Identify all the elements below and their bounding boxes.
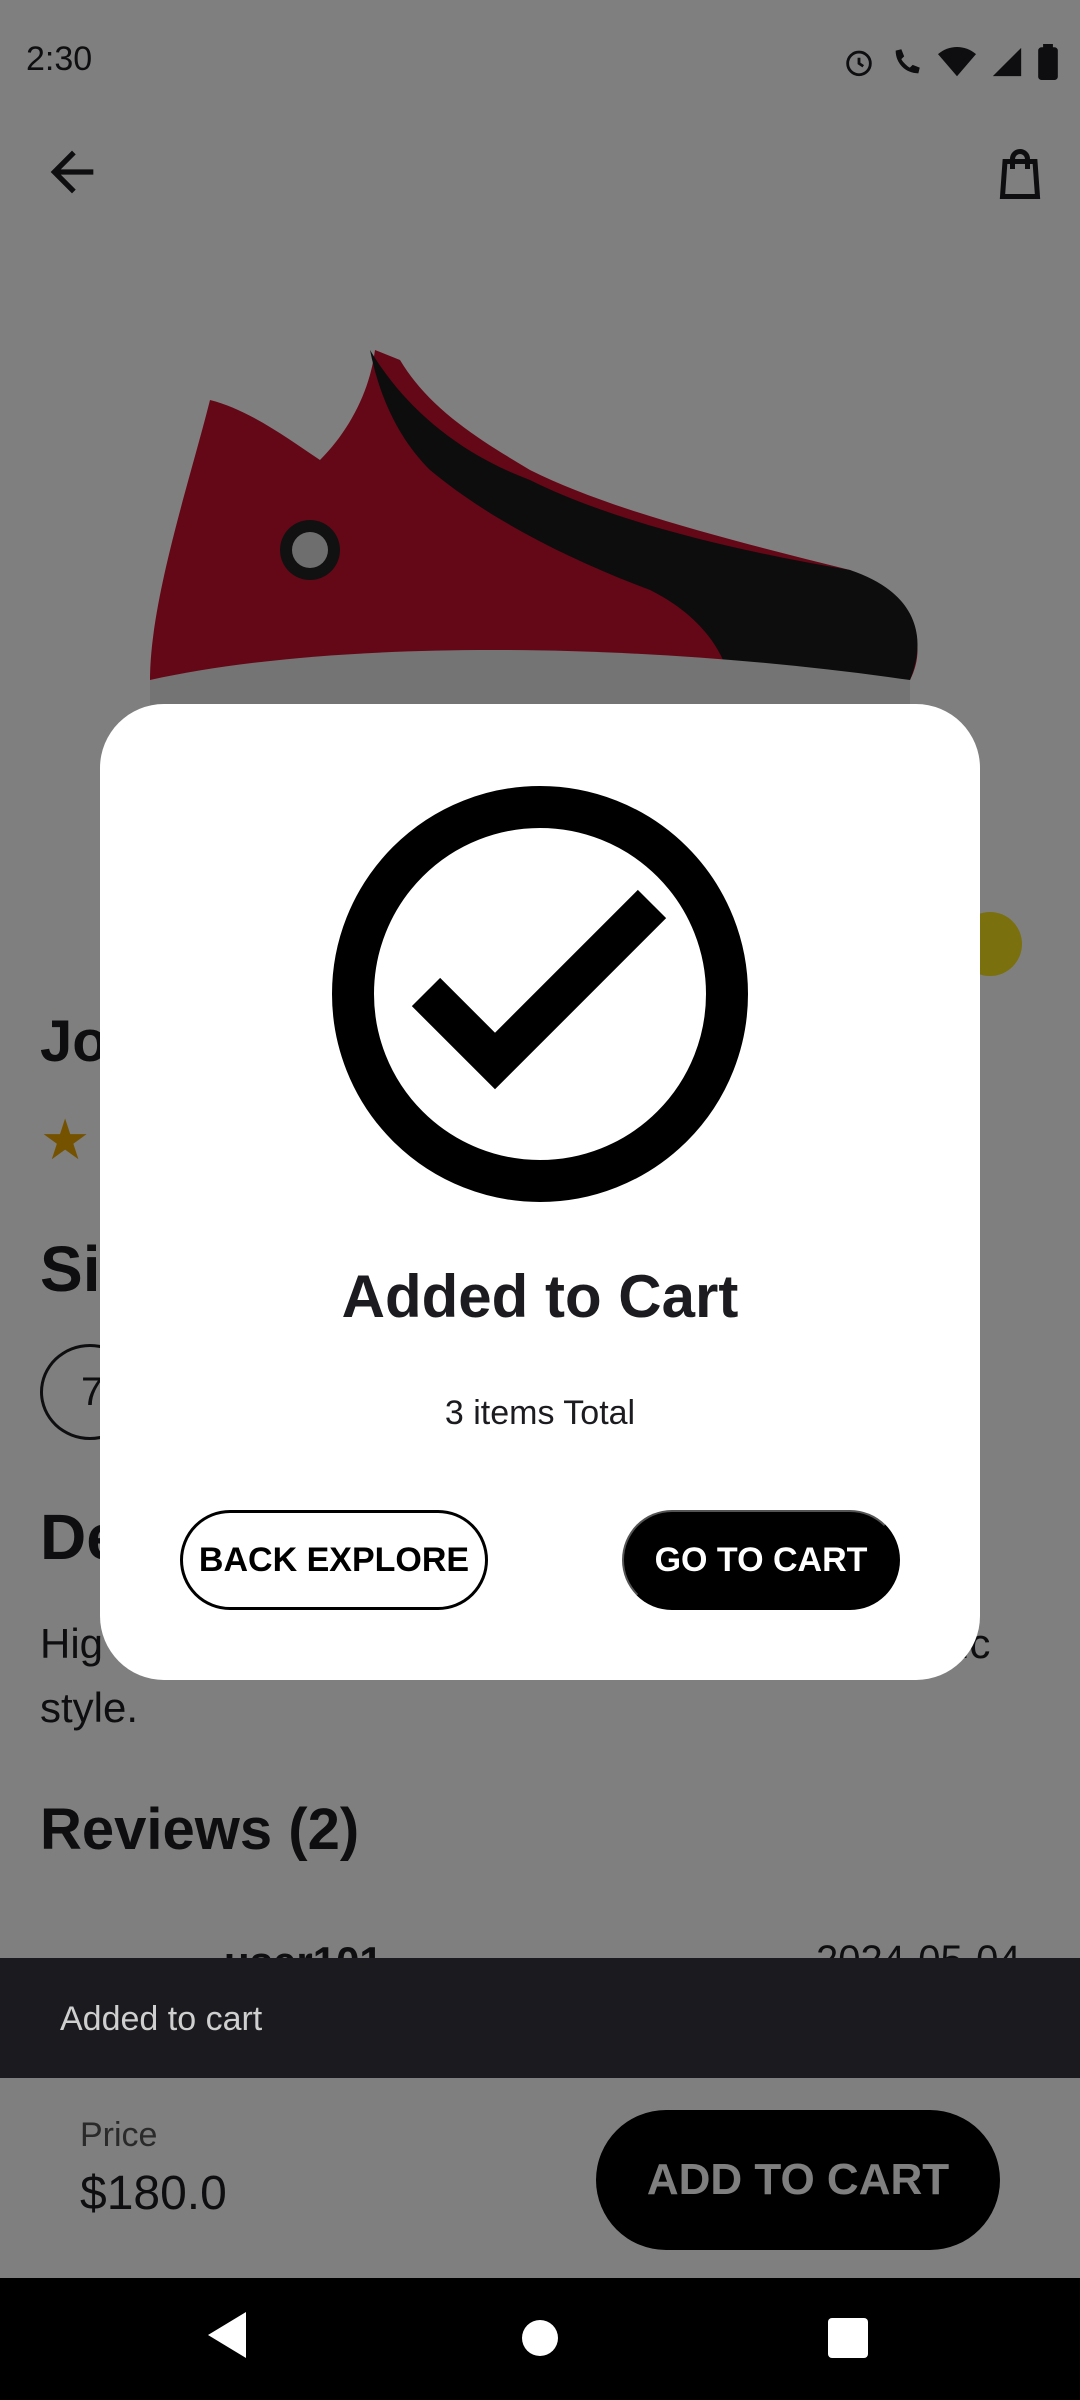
go-to-cart-button[interactable]: GO TO CART [622,1510,900,1610]
nav-back-icon[interactable] [208,2312,248,2363]
nav-recents-icon[interactable] [828,2318,868,2358]
product-detail-screen: 2:30 [0,0,1080,2400]
dialog-subtitle: 3 items Total [444,1394,636,1432]
back-explore-button[interactable]: BACK EXPLORE [180,1510,488,1610]
check-circle-icon [332,786,748,1202]
nav-home-icon[interactable] [522,2320,558,2356]
snackbar-text: Added to cart [60,2000,263,2038]
dialog-title: Added to Cart [341,1263,739,1330]
